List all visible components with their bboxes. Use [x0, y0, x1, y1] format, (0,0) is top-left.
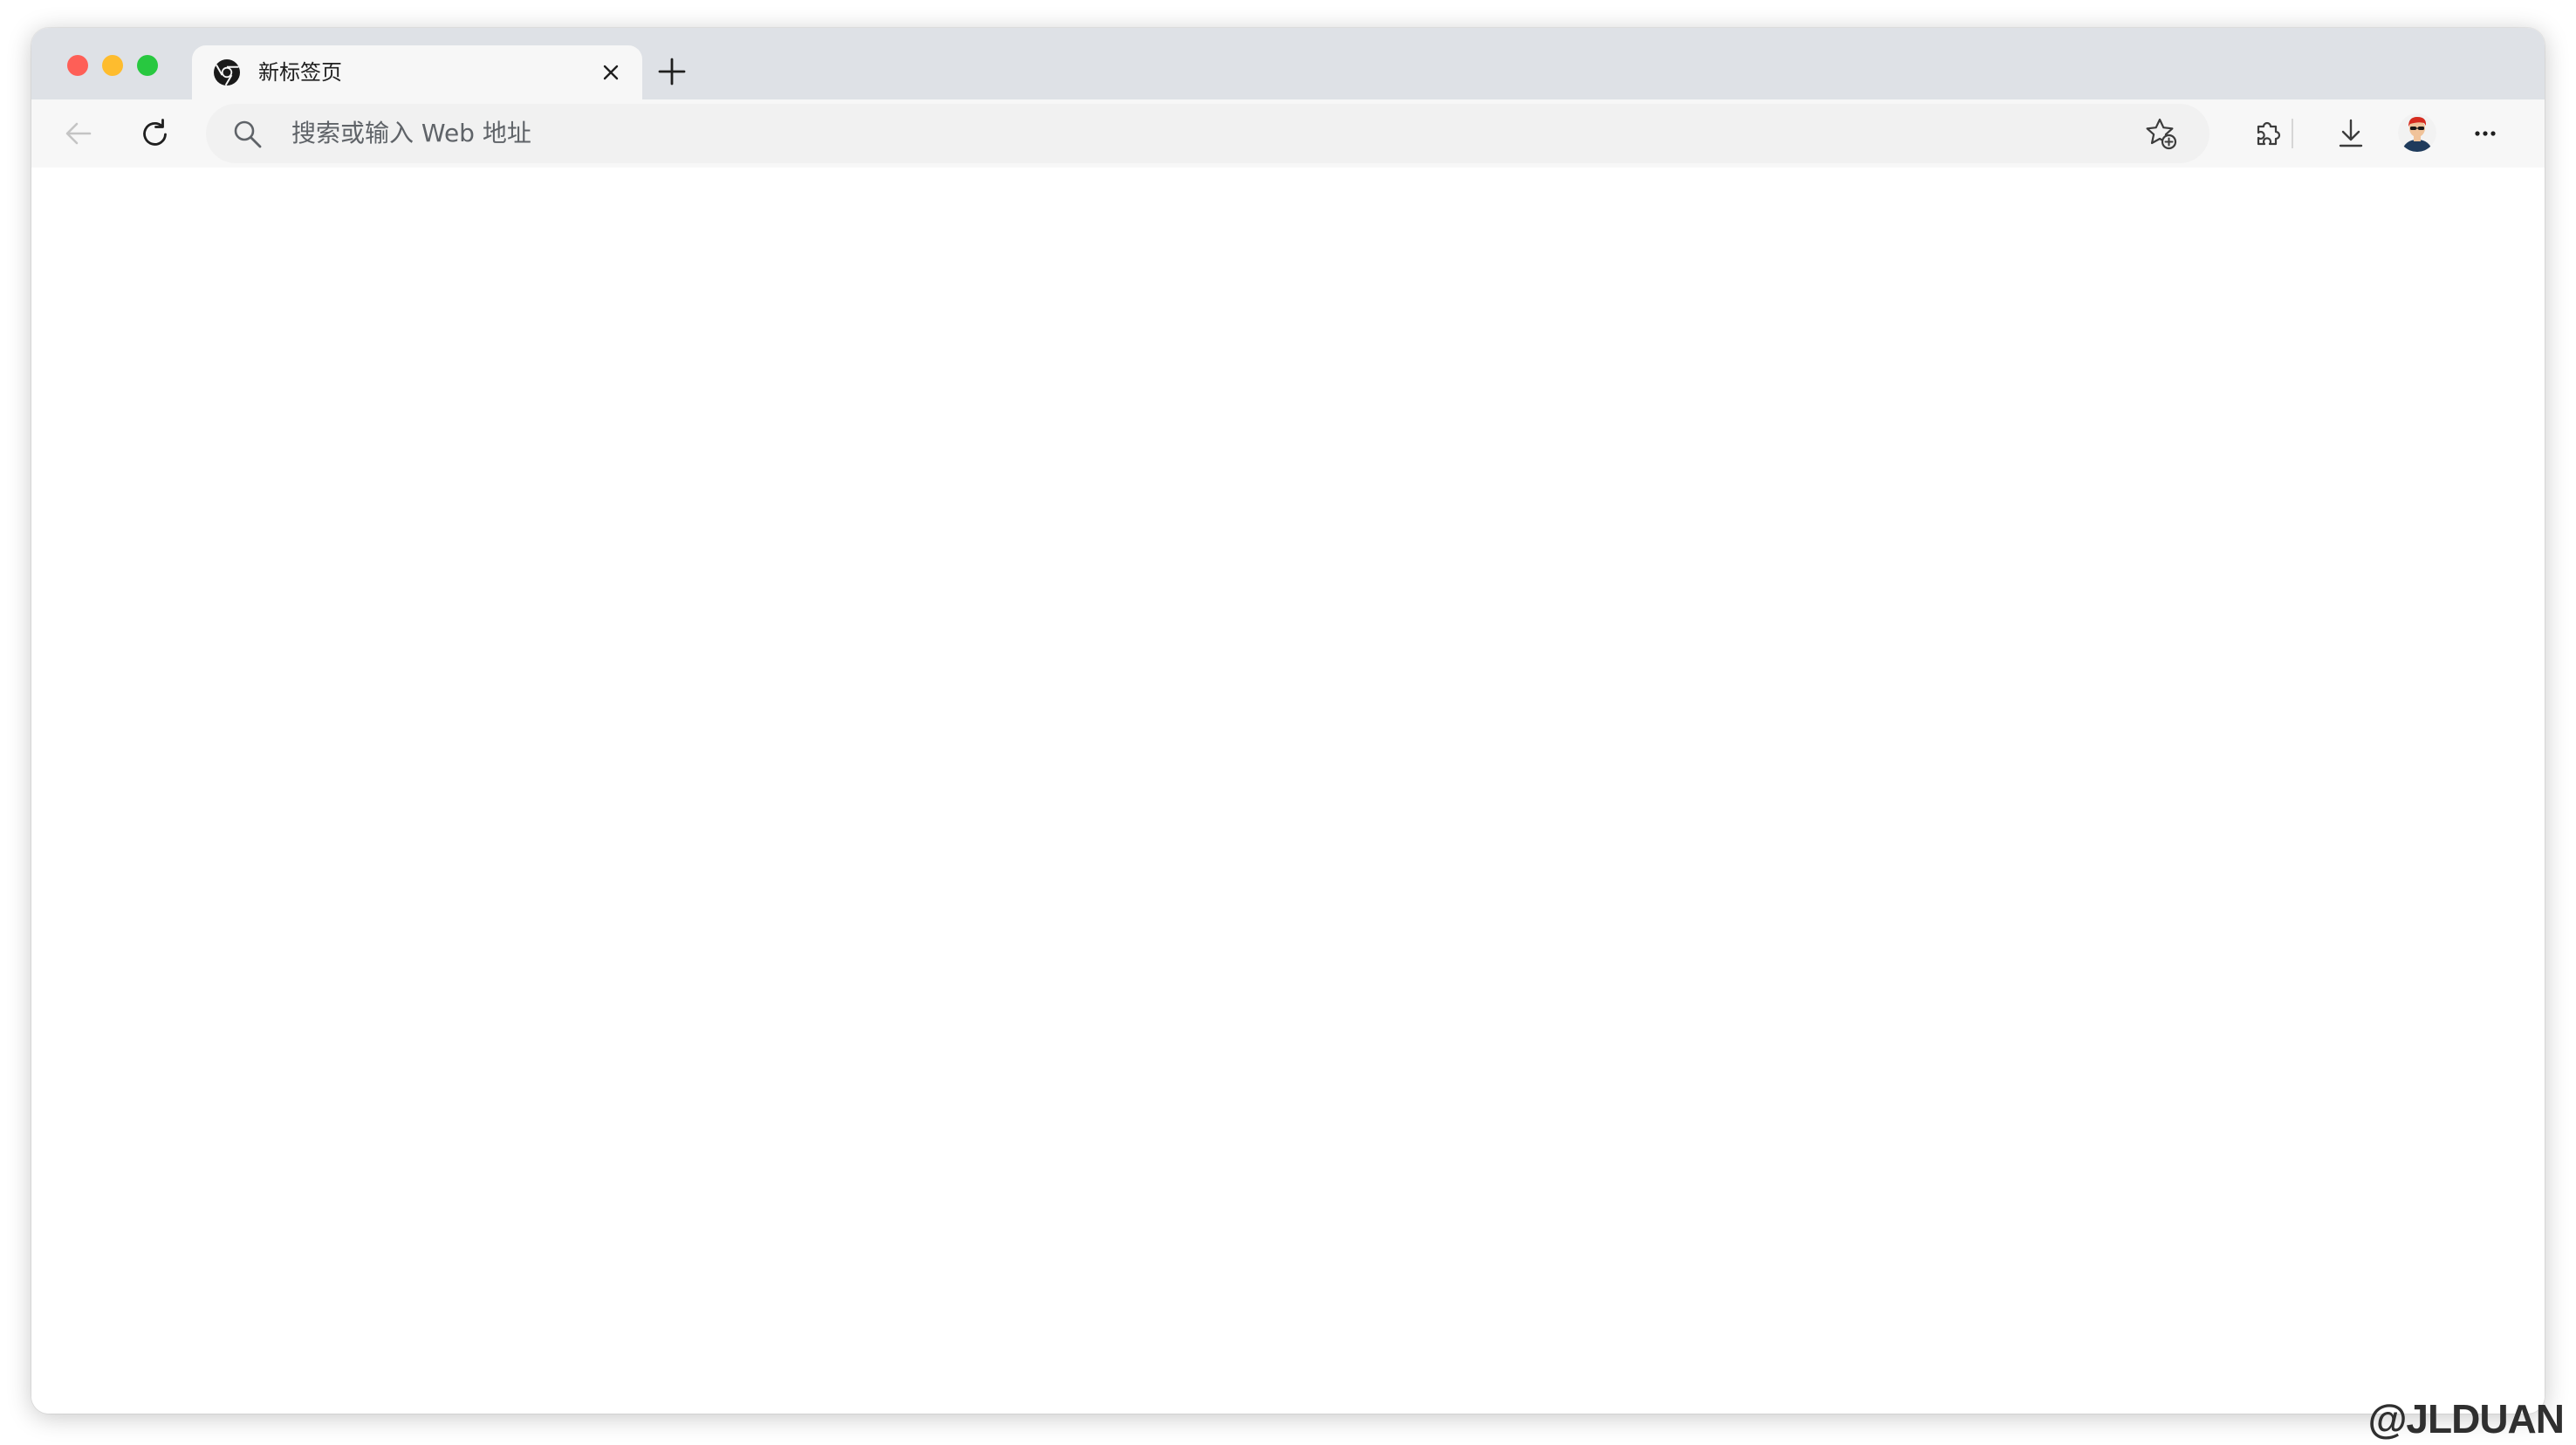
chrome-logo-icon: [213, 58, 241, 86]
download-icon[interactable]: [2333, 116, 2368, 151]
back-arrow-icon[interactable]: [61, 116, 96, 151]
browser-window: 新标签页 搜索或输入 Web 地址: [31, 28, 2545, 1414]
window-close-button[interactable]: [67, 55, 88, 76]
puzzle-icon[interactable]: [2250, 116, 2285, 151]
toolbar: 搜索或输入 Web 地址: [31, 99, 2545, 169]
tab-strip: 新标签页: [31, 28, 2545, 99]
screenshot-canvas: 新标签页 搜索或输入 Web 地址 @JLDUAN: [0, 0, 2576, 1445]
address-bar-placeholder: 搜索或输入 Web 地址: [291, 119, 531, 147]
more-horizontal-icon[interactable]: [2468, 116, 2503, 151]
window-minimize-button[interactable]: [102, 55, 123, 76]
window-maximize-button[interactable]: [137, 55, 158, 76]
star-add-icon[interactable]: [2143, 116, 2178, 151]
watermark-text: @JLDUAN: [2367, 1396, 2565, 1442]
avatar[interactable]: [2398, 113, 2436, 152]
tab-title: 新标签页: [258, 60, 342, 85]
search-icon: [232, 119, 264, 150]
page-content: [31, 168, 2545, 1414]
toolbar-divider: [2292, 119, 2293, 148]
tab-close-icon[interactable]: [600, 62, 621, 83]
plus-icon: [658, 58, 686, 86]
reload-icon[interactable]: [138, 116, 173, 151]
new-tab-button[interactable]: [653, 52, 691, 91]
tab-new-tab[interactable]: 新标签页: [192, 45, 642, 99]
address-bar[interactable]: 搜索或输入 Web 地址: [206, 104, 2209, 163]
